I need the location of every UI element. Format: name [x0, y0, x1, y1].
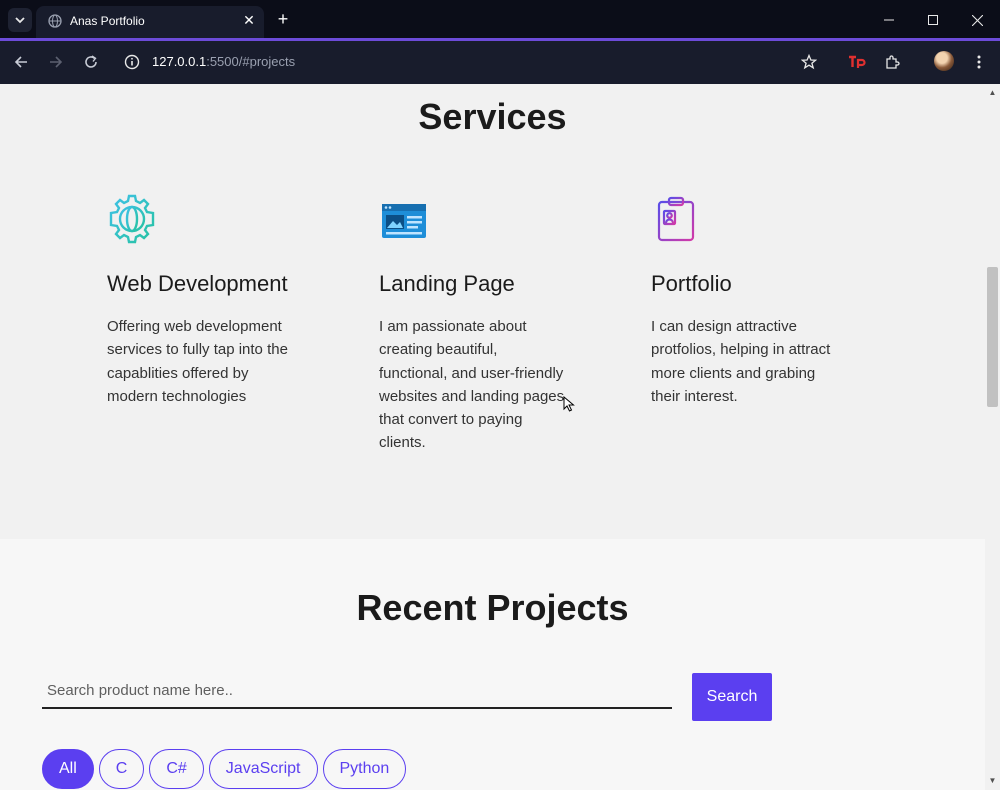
arrow-left-icon [14, 56, 27, 68]
page-scrollbar[interactable]: ▲ ▼ [985, 84, 1000, 790]
forward-button[interactable] [45, 51, 67, 73]
projects-title: Recent Projects [356, 587, 629, 628]
scroll-down-icon[interactable]: ▼ [988, 776, 997, 785]
globe-gear-icon [109, 194, 155, 244]
minimize-icon [884, 19, 894, 21]
maximize-button[interactable] [911, 0, 955, 40]
services-title: Services [418, 96, 567, 137]
url-host: 127.0.0.1 [152, 54, 207, 69]
chevron-down-icon [15, 17, 25, 24]
maximize-icon [928, 15, 938, 25]
service-title: Web Development [107, 271, 288, 296]
service-description: Offering web development services to ful… [107, 318, 288, 405]
filter-all[interactable]: All [42, 749, 94, 789]
profile-avatar[interactable] [934, 51, 954, 71]
search-button[interactable]: Search [692, 673, 772, 721]
puzzle-icon [886, 55, 900, 69]
close-window-button[interactable] [955, 0, 999, 40]
filter-javascript[interactable]: JavaScript [208, 749, 318, 789]
tab-search-button[interactable] [8, 8, 32, 32]
services-section: Services Web Development Offering web de… [0, 84, 985, 539]
scrollbar-thumb[interactable] [987, 267, 998, 407]
project-filters: All C C# JavaScript Python [42, 749, 407, 789]
filter-csharp[interactable]: C# [149, 749, 204, 789]
reload-button[interactable] [80, 51, 102, 73]
projects-section: Recent Projects Search All C C# JavaScri… [0, 539, 985, 790]
browser-menu-button[interactable] [968, 51, 990, 73]
minimize-button[interactable] [867, 0, 911, 40]
arrow-right-icon [50, 56, 63, 68]
service-card-web-development: Web Development Offering web development… [107, 194, 307, 408]
browser-tab-strip: Anas Portfolio ✕ + [0, 0, 1000, 41]
page-viewport: Services Web Development Offering web de… [0, 84, 985, 790]
site-info-icon[interactable] [124, 54, 140, 70]
more-vertical-icon [977, 55, 981, 69]
filter-c[interactable]: C [98, 749, 145, 789]
close-icon [971, 14, 983, 26]
service-title: Landing Page [379, 271, 515, 296]
url-path: :5500/#projects [206, 54, 296, 69]
project-search-input[interactable] [42, 673, 672, 709]
star-icon [801, 54, 817, 70]
service-description: I can design attractive protfolios, help… [651, 318, 831, 405]
tp-extension-icon [849, 55, 866, 68]
service-description: I am passionate about creating beautiful… [379, 318, 565, 452]
reload-icon [85, 55, 97, 68]
url-text[interactable]: 127.0.0.1:5500/#projects [152, 54, 295, 69]
bookmark-button[interactable] [798, 51, 820, 73]
resume-clipboard-icon [657, 196, 695, 242]
globe-icon [48, 14, 62, 28]
new-tab-button[interactable]: + [272, 8, 294, 30]
tab-close-icon[interactable]: ✕ [240, 11, 258, 29]
browser-tab[interactable]: Anas Portfolio ✕ [36, 6, 264, 40]
filter-python[interactable]: Python [322, 749, 407, 789]
back-button[interactable] [10, 51, 32, 73]
browser-toolbar: 127.0.0.1:5500/#projects [0, 41, 1000, 84]
tab-title: Anas Portfolio [70, 14, 145, 28]
service-card-portfolio: Portfolio I can design attractive protfo… [651, 194, 851, 408]
service-card-landing-page: Landing Page I am passionate about creat… [379, 194, 579, 455]
extensions-button[interactable] [881, 51, 903, 73]
mouse-cursor-icon [563, 396, 575, 412]
scroll-up-icon[interactable]: ▲ [988, 88, 997, 97]
service-title: Portfolio [651, 271, 732, 296]
extension-tp-button[interactable] [846, 51, 868, 73]
browser-window-icon [382, 204, 426, 238]
address-bar[interactable]: 127.0.0.1:5500/#projects [118, 47, 838, 77]
